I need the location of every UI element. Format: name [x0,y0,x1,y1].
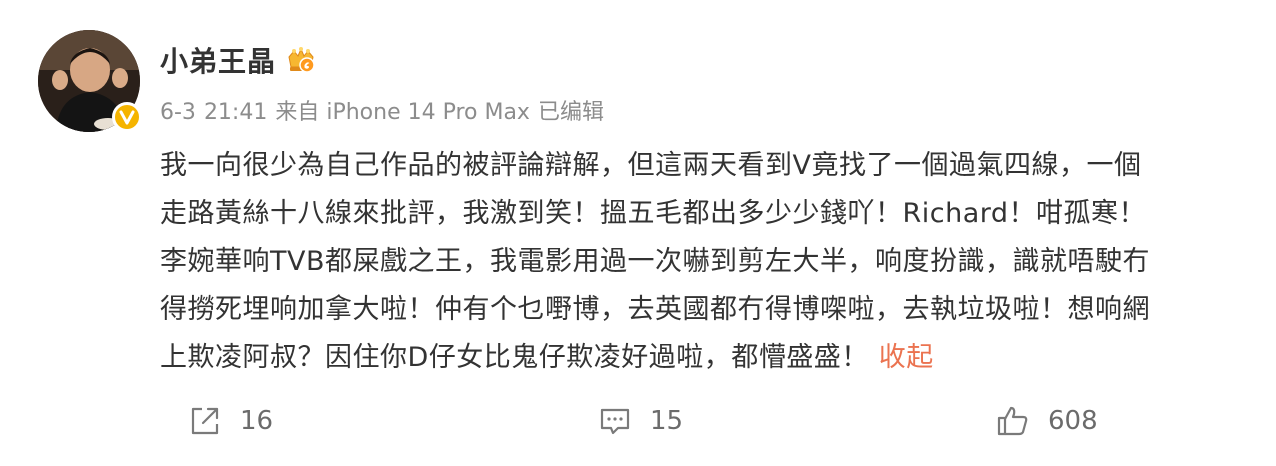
post-meta: 6-3 21:41 来自 iPhone 14 Pro Max 已编辑 [160,94,612,126]
collapse-link[interactable]: 收起 [879,342,934,373]
like-button[interactable]: 608 [996,396,1098,446]
verified-v-icon [112,102,142,132]
username-row: 小弟王晶 [160,40,316,80]
weibo-post: 小弟王晶 6-3 21:41 来自 iPhone 14 Pro Max 已编辑 我一向… [0,0,1276,466]
comment-count: 15 [650,406,684,436]
comment-button[interactable]: 15 [598,396,683,446]
share-arrow-icon [188,404,222,438]
repost-count: 16 [240,406,274,436]
vip-crown-badge-icon[interactable] [286,45,316,75]
content-line-last: 上欺凌阿叔？因住你D仔女比鬼仔欺凌好過啦，都懵盛盛！ 收起 [160,334,1250,382]
content-line: 上欺凌阿叔？因住你D仔女比鬼仔欺凌好過啦，都懵盛盛！ [160,342,869,373]
avatar-container[interactable] [38,30,142,132]
action-bar: 16 15 608 [0,396,1276,446]
post-source: 来自 iPhone 14 Pro Max [275,100,530,125]
content-line: 走路黃絲十八線來批評，我激到笑！搵五毛都出多少少錢吖！Richard！咁孤寒！ [160,198,1147,229]
post-content: 我一向很少為自己作品的被評論辯解，但這兩天看到V竟找了一個過氣四線，一個 走路黃… [160,142,1250,382]
comment-bubble-icon [598,404,632,438]
content-line: 李婉華响TVB都屎戲之王，我電影用過一次嚇到剪左大半，响度扮識，識就唔駛冇 [160,246,1150,277]
content-line: 得撈死埋响加拿大啦！仲有个乜嘢博，去英國都冇得博㗎啦，去執垃圾啦！想响網 [160,294,1150,325]
like-count: 608 [1048,406,1098,436]
post-date: 6-3 [160,100,196,125]
post-edited-label[interactable]: 已编辑 [538,100,604,125]
thumbs-up-icon [996,404,1030,438]
username[interactable]: 小弟王晶 [160,40,276,80]
repost-button[interactable]: 16 [188,396,273,446]
post-time[interactable]: 21:41 [204,100,267,125]
content-line: 我一向很少為自己作品的被評論辯解，但這兩天看到V竟找了一個過氣四線，一個 [160,150,1142,181]
